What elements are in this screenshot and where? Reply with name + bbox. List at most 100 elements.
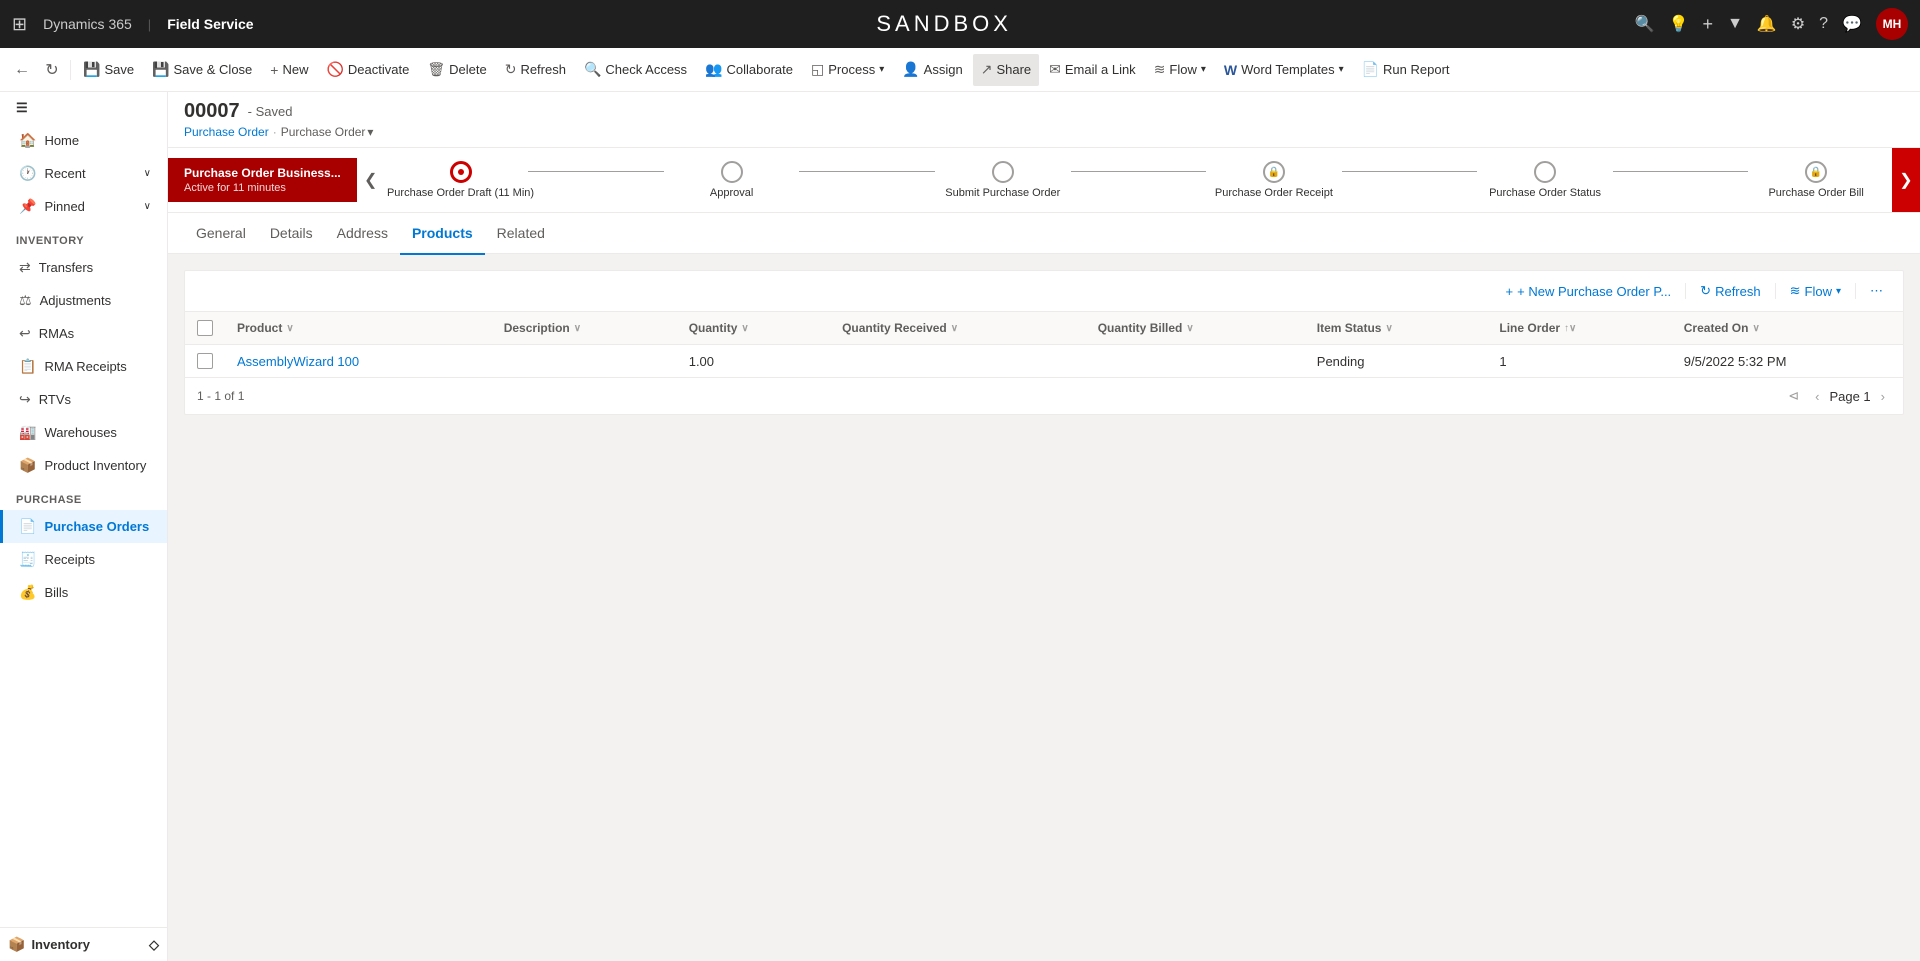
stage-bill[interactable]: 🔒 Purchase Order Bill — [1748, 161, 1884, 199]
help-icon[interactable]: ? — [1819, 15, 1828, 33]
flow-button[interactable]: ≋ Flow ▾ — [1146, 54, 1214, 86]
sidebar-item-pinned[interactable]: 📌 Pinned ∨ — [0, 190, 167, 223]
back-button[interactable]: ← — [8, 56, 36, 84]
sidebar-item-warehouses[interactable]: 🏭 Warehouses — [0, 416, 167, 449]
sidebar: ☰ 🏠 Home 🕐 Recent ∨ 📌 Pinned ∨ Inventory… — [0, 92, 168, 961]
record-status: - Saved — [248, 104, 293, 119]
assign-button[interactable]: 👤 Assign — [894, 54, 970, 86]
line-order-sort-icon: ↑∨ — [1564, 323, 1576, 334]
sidebar-item-rma-receipts[interactable]: 📋 RMA Receipts — [0, 350, 167, 383]
inventory-section-label: Inventory — [0, 223, 167, 251]
stage-draft[interactable]: Purchase Order Draft (11 Min) — [393, 161, 529, 199]
chat-icon[interactable]: 💬 — [1842, 14, 1862, 34]
grid-flow-button[interactable]: ≋ Flow ▾ — [1782, 279, 1849, 303]
header-description[interactable]: Description ∨ — [492, 312, 677, 345]
grid-refresh-button[interactable]: ↻ Refresh — [1692, 279, 1768, 303]
sidebar-item-purchase-orders[interactable]: 📄 Purchase Orders — [0, 510, 167, 543]
share-button[interactable]: ↗ Share — [973, 54, 1039, 86]
sidebar-item-bills[interactable]: 💰 Bills — [0, 576, 167, 609]
qty-received-sort-icon: ∨ — [951, 323, 958, 334]
word-templates-dropdown-icon: ▾ — [1339, 64, 1344, 75]
row-checkbox[interactable] — [197, 353, 213, 369]
record-title-row: 00007 - Saved — [184, 100, 1904, 123]
save-icon: 💾 — [83, 61, 100, 78]
pagination-prev-button[interactable]: ‹ — [1809, 387, 1825, 406]
filter-icon[interactable]: ▼ — [1727, 15, 1743, 33]
header-qty-received[interactable]: Quantity Received ∨ — [830, 312, 1086, 345]
save-button[interactable]: 💾 Save — [75, 54, 142, 86]
lightbulb-icon[interactable]: 💡 — [1669, 14, 1689, 34]
sidebar-item-rtvs[interactable]: ↪ RTVs — [0, 383, 167, 416]
new-button[interactable]: + New — [262, 54, 316, 86]
sidebar-item-rmas[interactable]: ↩ RMAs — [0, 317, 167, 350]
header-item-status[interactable]: Item Status ∨ — [1305, 312, 1488, 345]
collaborate-button[interactable]: 👥 Collaborate — [697, 54, 801, 86]
breadcrumb-current[interactable]: Purchase Order ▾ — [281, 125, 374, 139]
stage-status[interactable]: Purchase Order Status — [1477, 161, 1613, 199]
stage-approval[interactable]: Approval — [664, 161, 800, 199]
stage-submit[interactable]: Submit Purchase Order — [935, 161, 1071, 199]
app-name: Dynamics 365 — [43, 16, 132, 32]
process-button[interactable]: ◱ Process ▾ — [803, 54, 892, 86]
row-qty-billed-cell — [1086, 345, 1305, 378]
tab-general[interactable]: General — [184, 213, 258, 255]
delete-button[interactable]: 🗑 Delete — [419, 54, 494, 86]
sidebar-item-receipts[interactable]: 🧾 Receipts — [0, 543, 167, 576]
tab-address[interactable]: Address — [325, 213, 400, 255]
process-chevron-right-button[interactable]: ❯ — [1892, 148, 1920, 212]
product-link[interactable]: AssemblyWizard 100 — [237, 354, 359, 369]
qty-billed-sort-icon: ∨ — [1186, 323, 1193, 334]
sidebar-item-transfers[interactable]: ⇄ Transfers — [0, 251, 167, 284]
header-quantity[interactable]: Quantity ∨ — [677, 312, 830, 345]
check-access-button[interactable]: 🔍 Check Access — [576, 54, 695, 86]
tab-details[interactable]: Details — [258, 213, 325, 255]
warehouses-icon: 🏭 — [19, 424, 36, 441]
breadcrumb-parent[interactable]: Purchase Order — [184, 125, 269, 139]
stage-submit-circle — [992, 161, 1014, 183]
new-purchase-order-product-button[interactable]: + + New Purchase Order P... — [1498, 280, 1680, 303]
refresh-icon: ↻ — [505, 61, 517, 78]
sidebar-item-product-inventory[interactable]: 📦 Product Inventory — [0, 449, 167, 482]
created-on-sort-icon: ∨ — [1752, 323, 1759, 334]
save-close-button[interactable]: 💾 Save & Close — [144, 54, 260, 86]
sidebar-item-home[interactable]: 🏠 Home — [0, 124, 167, 157]
select-all-checkbox[interactable] — [197, 320, 213, 336]
table-row: AssemblyWizard 100 1.00 Pending 1 9/5/20… — [185, 345, 1903, 378]
stage-draft-circle — [450, 161, 472, 183]
deactivate-button[interactable]: 🚫 Deactivate — [318, 54, 417, 86]
email-link-button[interactable]: ✉ Email a Link — [1041, 54, 1144, 86]
grid-more-button[interactable]: ⋯ — [1862, 279, 1891, 303]
app-grid-icon[interactable]: ⊞ — [12, 14, 27, 35]
process-chevron-left-button[interactable]: ❮ — [357, 148, 385, 212]
tab-related[interactable]: Related — [485, 213, 557, 255]
sidebar-item-recent[interactable]: 🕐 Recent ∨ — [0, 157, 167, 190]
header-product[interactable]: Product ∨ — [225, 312, 492, 345]
item-status-sort-icon: ∨ — [1385, 323, 1392, 334]
breadcrumb-separator: · — [273, 125, 277, 139]
settings-icon[interactable]: ⚙ — [1791, 14, 1805, 34]
header-line-order[interactable]: Line Order ↑∨ — [1487, 312, 1671, 345]
add-icon[interactable]: + — [1703, 14, 1714, 35]
search-icon[interactable]: 🔍 — [1635, 14, 1655, 34]
check-access-icon: 🔍 — [584, 61, 601, 78]
process-dropdown-icon: ▾ — [879, 64, 884, 75]
active-stage[interactable]: Purchase Order Business... Active for 11… — [168, 158, 357, 202]
notification-icon[interactable]: 🔔 — [1757, 14, 1777, 34]
header-created-on[interactable]: Created On ∨ — [1672, 312, 1903, 345]
avatar[interactable]: MH — [1876, 8, 1908, 40]
forward-button[interactable]: ↻ — [38, 56, 66, 84]
sidebar-item-adjustments[interactable]: ⚖ Adjustments — [0, 284, 167, 317]
word-templates-button[interactable]: W Word Templates ▾ — [1216, 54, 1352, 86]
pagination-next-button[interactable]: › — [1875, 387, 1891, 406]
breadcrumb-dropdown-icon: ▾ — [367, 125, 373, 139]
connector-3 — [1071, 171, 1207, 172]
sidebar-footer[interactable]: 📦 Inventory ◇ — [0, 927, 167, 961]
tab-products[interactable]: Products — [400, 213, 485, 255]
pinned-chevron-icon: ∨ — [144, 201, 151, 212]
stage-receipt[interactable]: 🔒 Purchase Order Receipt — [1206, 161, 1342, 199]
header-qty-billed[interactable]: Quantity Billed ∨ — [1086, 312, 1305, 345]
sidebar-collapse-button[interactable]: ☰ — [0, 92, 167, 124]
run-report-button[interactable]: 📄 Run Report — [1354, 54, 1458, 86]
pagination-first-button[interactable]: ⊲ — [1782, 386, 1805, 406]
refresh-button[interactable]: ↻ Refresh — [497, 54, 574, 86]
